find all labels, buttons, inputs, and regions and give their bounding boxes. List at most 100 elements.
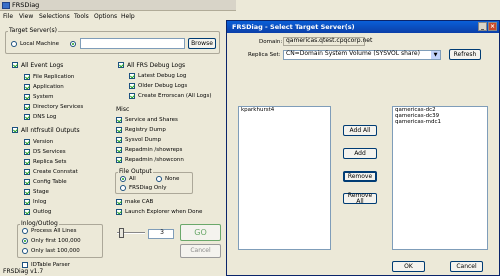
create-errorscan-label: Create Errorscan (All Logs): [138, 93, 212, 99]
file-output-group-label: File Output: [118, 168, 153, 175]
replica-set-value: CN=Domain System Volume (SYSVOL share): [286, 50, 420, 57]
menu-options[interactable]: Options: [94, 13, 117, 20]
ds-services-label: DS Services: [33, 149, 66, 155]
replica-set-label: Replica Set:: [248, 52, 281, 58]
app-title: FRSDiag: [12, 1, 40, 9]
menu-help[interactable]: Help: [121, 13, 135, 20]
create-connstat-checkbox[interactable]: [24, 169, 30, 175]
directory-services-label: Directory Services: [33, 104, 84, 110]
menu-bar: File View Selections Tools Options Help: [0, 12, 236, 22]
misc-heading: Misc: [116, 106, 130, 113]
latest-debug-log-label: Latest Debug Log: [138, 73, 187, 79]
frsdiag-only-radio[interactable]: [120, 185, 126, 191]
stage-label: Stage: [33, 189, 49, 195]
replica-sets-checkbox[interactable]: [24, 159, 30, 165]
only-last-100000-radio[interactable]: [22, 248, 28, 254]
dialog-cancel-button[interactable]: Cancel: [450, 261, 483, 272]
create-errorscan-checkbox[interactable]: [129, 93, 135, 99]
slider-thumb[interactable]: [119, 228, 124, 238]
all-frs-debug-logs-checkbox[interactable]: [118, 62, 124, 68]
dns-log-label: DNS Log: [33, 114, 57, 120]
add-button[interactable]: Add: [343, 148, 377, 159]
system-label: System: [33, 94, 54, 100]
application-checkbox[interactable]: [24, 84, 30, 90]
all-ntfrsutil-outputs-checkbox[interactable]: [12, 127, 18, 133]
latest-debug-log-checkbox[interactable]: [129, 73, 135, 79]
list-item[interactable]: kparkhurst4: [239, 107, 330, 113]
menu-tools[interactable]: Tools: [74, 13, 89, 20]
available-servers-list[interactable]: kparkhurst4: [238, 106, 331, 250]
status-version: FRSDiag v1.7: [3, 268, 44, 275]
repadmin-showconn-checkbox[interactable]: [116, 157, 122, 163]
browse-button[interactable]: Browse: [188, 38, 216, 49]
only-first-100000-label: Only first 100,000: [31, 238, 81, 244]
cancel-main-button[interactable]: Cancel: [180, 244, 221, 258]
file-output-none-label: None: [165, 176, 180, 182]
older-debug-logs-checkbox[interactable]: [129, 83, 135, 89]
close-icon[interactable]: ×: [488, 22, 497, 31]
menu-view[interactable]: View: [19, 13, 33, 20]
make-cab-checkbox[interactable]: [116, 199, 122, 205]
repadmin-showconn-label: Repadmin /showconn: [125, 157, 184, 163]
directory-services-checkbox[interactable]: [24, 104, 30, 110]
refresh-button[interactable]: Refresh: [449, 49, 481, 60]
system-checkbox[interactable]: [24, 94, 30, 100]
selected-servers-list[interactable]: qamericas-dc2 qamericas-dc39 qamericas-m…: [392, 106, 488, 250]
go-button[interactable]: GO: [180, 224, 221, 241]
target-server-input[interactable]: [80, 38, 185, 49]
replica-set-dropdown[interactable]: CN=Domain System Volume (SYSVOL share) ▼: [283, 50, 441, 60]
domain-field: qamericas.qtest.cpqcorp.net: [283, 37, 372, 46]
dns-log-checkbox[interactable]: [24, 114, 30, 120]
file-output-all-label: All: [129, 176, 136, 182]
registry-dump-checkbox[interactable]: [116, 127, 122, 133]
registry-dump-label: Registry Dump: [125, 127, 166, 133]
list-item[interactable]: qamericas-mdc1: [393, 119, 487, 125]
only-first-100000-radio[interactable]: [22, 238, 28, 244]
inlog-checkbox[interactable]: [24, 199, 30, 205]
process-all-lines-radio[interactable]: [22, 228, 28, 234]
select-target-dialog: FRSDiag - Select Target Server(s) _ × Do…: [226, 20, 500, 276]
replica-sets-label: Replica Sets: [33, 159, 67, 165]
local-machine-label: Local Machine: [20, 41, 60, 47]
sysvol-dump-checkbox[interactable]: [116, 137, 122, 143]
all-event-logs-checkbox[interactable]: [12, 62, 18, 68]
application-label: Application: [33, 84, 64, 90]
ds-services-checkbox[interactable]: [24, 149, 30, 155]
file-output-none-radio[interactable]: [156, 176, 162, 182]
thread-count-field[interactable]: 3: [148, 229, 174, 239]
inlog-outlog-group-label: Inlog/Outlog: [20, 220, 59, 227]
older-debug-logs-label: Older Debug Logs: [138, 83, 188, 89]
launch-explorer-label: Launch Explorer when Done: [125, 209, 203, 215]
menu-selections[interactable]: Selections: [39, 13, 70, 20]
file-replication-checkbox[interactable]: [24, 74, 30, 80]
all-ntfrsutil-outputs-label: All ntfrsutil Outputs: [21, 127, 80, 134]
only-last-100000-label: Only last 100,000: [31, 248, 80, 254]
outlog-label: Outlog: [33, 209, 52, 215]
stage-checkbox[interactable]: [24, 189, 30, 195]
minimize-icon[interactable]: _: [478, 22, 487, 31]
menu-file[interactable]: File: [3, 13, 13, 20]
main-title-bar: FRSDiag: [0, 0, 236, 11]
thread-slider[interactable]: [117, 228, 145, 238]
config-table-label: Config Table: [33, 179, 67, 185]
ok-button[interactable]: OK: [392, 261, 425, 272]
chevron-down-icon[interactable]: ▼: [431, 51, 440, 59]
service-and-shares-checkbox[interactable]: [116, 117, 122, 123]
file-replication-label: File Replication: [33, 74, 75, 80]
outlog-checkbox[interactable]: [24, 209, 30, 215]
remove-button[interactable]: Remove: [343, 171, 377, 182]
config-table-checkbox[interactable]: [24, 179, 30, 185]
service-and-shares-label: Service and Shares: [125, 117, 178, 123]
remove-all-button[interactable]: Remove All: [343, 192, 377, 204]
version-checkbox[interactable]: [24, 139, 30, 145]
version-label: Version: [33, 139, 54, 145]
repadmin-showreps-checkbox[interactable]: [116, 147, 122, 153]
remote-server-radio[interactable]: [70, 41, 76, 47]
frsdiag-only-label: FRSDiag Only: [129, 185, 167, 191]
launch-explorer-checkbox[interactable]: [116, 209, 122, 215]
inlog-label: Inlog: [33, 199, 47, 205]
add-all-button[interactable]: Add All: [343, 125, 377, 136]
file-output-all-radio[interactable]: [120, 176, 126, 182]
repadmin-showreps-label: Repadmin /showreps: [125, 147, 183, 153]
local-machine-radio[interactable]: [11, 41, 17, 47]
